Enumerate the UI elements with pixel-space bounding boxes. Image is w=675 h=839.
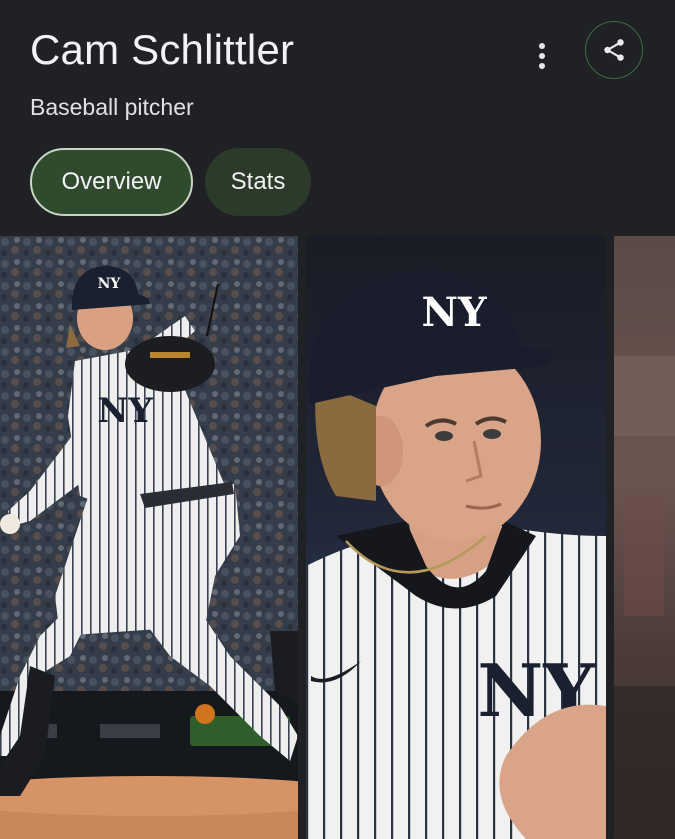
jersey-logo: NY — [97, 391, 153, 431]
more-options-button[interactable] — [522, 36, 562, 76]
pitching-photo: NY NY — [0, 236, 298, 839]
gallery-image-partial[interactable] — [614, 236, 675, 839]
more-vert-icon — [539, 43, 545, 69]
gallery-image-portrait[interactable]: NY NY — [306, 236, 606, 839]
cap-logo: NY — [98, 276, 122, 292]
share-icon — [604, 39, 624, 61]
partial-photo — [614, 236, 675, 839]
tab-stats[interactable]: Stats — [205, 148, 311, 216]
gallery-image-pitching[interactable]: NY NY — [0, 236, 298, 839]
knowledge-panel-header: Cam Schlittler Baseball pitcher Overview… — [0, 0, 675, 236]
tab-overview[interactable]: Overview — [30, 148, 193, 216]
portrait-photo: NY NY — [306, 236, 606, 839]
entity-subtitle: Baseball pitcher — [30, 94, 194, 120]
share-button[interactable] — [585, 21, 643, 79]
page-title: Cam Schlittler — [30, 26, 295, 73]
image-gallery: NY NY NY NY — [0, 236, 675, 839]
cap-logo-large: NY — [421, 289, 487, 336]
